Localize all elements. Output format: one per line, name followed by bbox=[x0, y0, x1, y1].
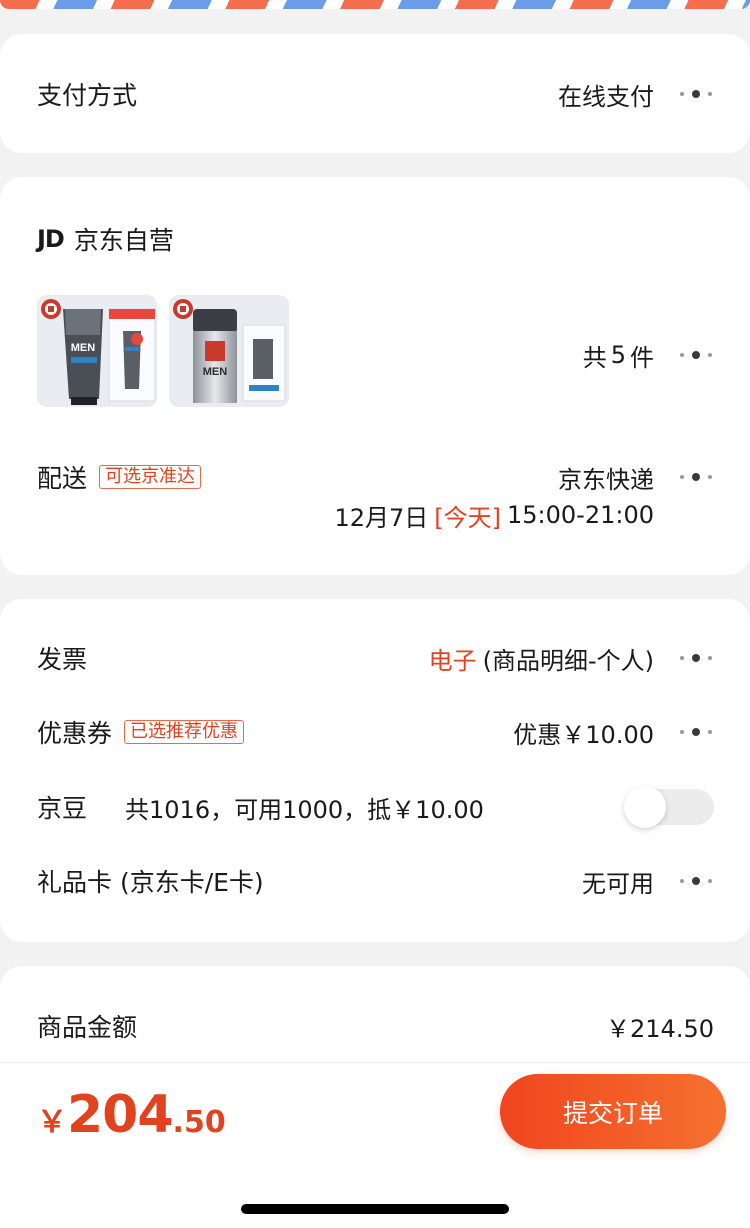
subtotal-value: ￥214.50 bbox=[606, 1014, 714, 1043]
product-count: 5 bbox=[610, 341, 626, 369]
delivery-tag[interactable]: 可选京准达 bbox=[99, 465, 202, 489]
more-icon[interactable] bbox=[678, 724, 714, 740]
product-count-row[interactable]: 共 5 件 bbox=[583, 337, 714, 373]
invoice-label: 发票 bbox=[37, 645, 88, 674]
more-icon[interactable] bbox=[678, 650, 714, 666]
delivery-date: 12月7日 bbox=[334, 503, 429, 532]
checkout-bar: ￥ 204 .50 提交订单 bbox=[0, 1062, 750, 1160]
store-header: JD 京东自营 bbox=[37, 221, 714, 257]
delivery-method: 京东快递 bbox=[558, 465, 654, 494]
delivery-time: 15:00-21:00 bbox=[507, 501, 654, 529]
invoice-row[interactable]: 发票 电子 (商品明细-个人) bbox=[37, 640, 714, 676]
coupon-value: 优惠￥10.00 bbox=[513, 720, 654, 749]
jingdou-label: 京豆 bbox=[37, 794, 88, 823]
seal-icon bbox=[41, 299, 61, 319]
toggle-knob bbox=[624, 786, 666, 828]
delivery-label: 配送 bbox=[37, 464, 88, 493]
delivery-row[interactable]: 配送 可选京准达 京东快递 bbox=[37, 459, 714, 495]
product-thumbnail[interactable]: MEN bbox=[37, 295, 157, 407]
product-brand-text: MEN bbox=[203, 366, 228, 378]
cleanser-tube-image: MEN bbox=[37, 295, 157, 407]
more-icon[interactable] bbox=[678, 86, 714, 102]
home-indicator[interactable] bbox=[241, 1204, 509, 1214]
payment-card: 支付方式 在线支付 bbox=[0, 34, 750, 153]
total-decimal: .50 bbox=[172, 1105, 226, 1140]
seal-icon bbox=[173, 299, 193, 319]
delivery-today-badge: [今天] bbox=[434, 503, 501, 532]
more-icon[interactable] bbox=[678, 873, 714, 889]
giftcard-row[interactable]: 礼品卡 (京东卡/E卡) 无可用 bbox=[37, 863, 714, 899]
payment-method-row[interactable]: 支付方式 在线支付 bbox=[37, 74, 714, 114]
more-icon[interactable] bbox=[678, 347, 714, 363]
submit-order-button[interactable]: 提交订单 bbox=[500, 1074, 726, 1149]
giftcard-label: 礼品卡 (京东卡/E卡) bbox=[37, 868, 264, 897]
product-thumbnail[interactable]: MEN bbox=[169, 295, 289, 407]
product-count-prefix: 共 bbox=[582, 343, 607, 372]
payment-method-label: 支付方式 bbox=[37, 81, 138, 110]
subtotal-row: 商品金额 ￥214.50 bbox=[37, 1008, 714, 1044]
giftcard-value: 无可用 bbox=[582, 869, 654, 898]
home-indicator-area bbox=[0, 1160, 750, 1228]
coupon-label: 优惠券 bbox=[37, 719, 113, 748]
invoice-type: 电子 bbox=[428, 646, 477, 675]
store-name: 京东自营 bbox=[73, 226, 174, 255]
total-price: ￥ 204 .50 bbox=[37, 1085, 226, 1145]
delivery-time-row: 12月7日 [今天] 15:00-21:00 bbox=[334, 497, 654, 533]
more-icon[interactable] bbox=[678, 469, 714, 485]
lotion-bottle-image: MEN bbox=[169, 295, 289, 407]
jingdou-row: 京豆 共1016，可用1000，抵￥10.00 bbox=[37, 786, 714, 828]
product-brand-text: MEN bbox=[71, 342, 96, 354]
coupon-row[interactable]: 优惠券 已选推荐优惠 优惠￥10.00 bbox=[37, 714, 714, 750]
airmail-border bbox=[0, 0, 750, 9]
currency-symbol: ￥ bbox=[37, 1105, 67, 1140]
jd-logo: JD bbox=[37, 225, 65, 253]
invoice-detail: (商品明细-个人) bbox=[482, 646, 654, 675]
product-count-suffix: 件 bbox=[630, 343, 654, 372]
payment-method-value: 在线支付 bbox=[558, 82, 654, 111]
total-integer: 204 bbox=[67, 1085, 174, 1145]
jingdou-toggle[interactable] bbox=[624, 786, 714, 828]
coupon-tag[interactable]: 已选推荐优惠 bbox=[124, 720, 245, 744]
options-card: 发票 电子 (商品明细-个人) 优惠券 已选推荐优惠 优惠￥10.00 京豆 共… bbox=[0, 599, 750, 942]
jingdou-text: 共1016，可用1000，抵￥10.00 bbox=[125, 795, 484, 824]
subtotal-label: 商品金额 bbox=[37, 1013, 138, 1042]
